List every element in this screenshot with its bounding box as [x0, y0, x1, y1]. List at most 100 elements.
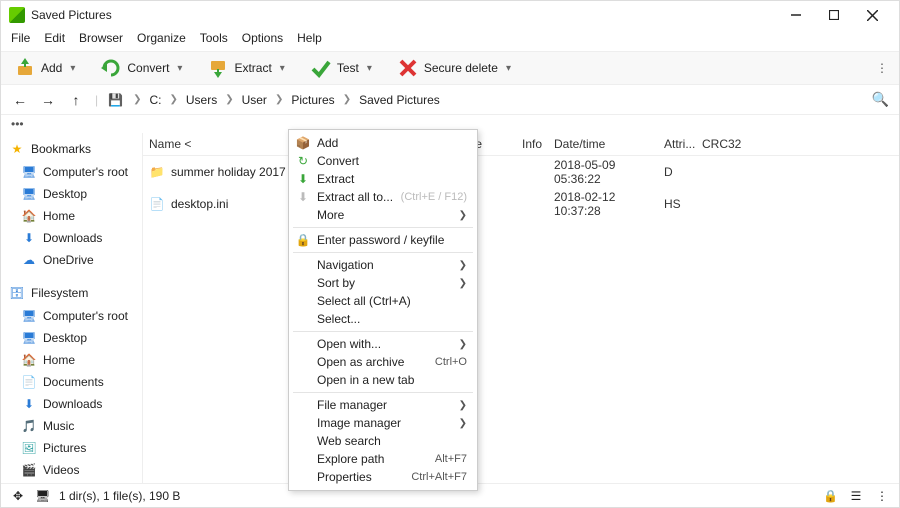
toolbar-secure-delete-button[interactable]: Secure delete ▾: [394, 55, 515, 81]
file-list: Name < Type Size Info Date/time Attri...…: [143, 133, 899, 483]
sidebar-item-videos[interactable]: 🎬Videos: [7, 459, 142, 481]
ctx-sep: [293, 392, 473, 393]
sidebar-item-downloads[interactable]: ⬇Downloads: [7, 393, 142, 415]
sidebar-item-music[interactable]: 🎵Music: [7, 415, 142, 437]
sidebar-item-onedrive[interactable]: ☁OneDrive: [7, 249, 142, 271]
col-info[interactable]: Info: [488, 137, 548, 151]
move-icon[interactable]: ✥: [11, 489, 25, 503]
toolbar-add-button[interactable]: Add ▾: [11, 55, 79, 81]
sidebar-item-label: Downloads: [43, 231, 102, 245]
breadcrumb-seg[interactable]: Saved Pictures: [357, 91, 442, 109]
ctx-label: Navigation: [317, 258, 374, 272]
view-list-icon[interactable]: ☰: [849, 489, 863, 503]
toolbar-test-button[interactable]: Test ▾: [307, 55, 376, 81]
sidebar-item-documents[interactable]: 📄Documents: [7, 371, 142, 393]
menu-help[interactable]: Help: [297, 31, 322, 45]
ctx-explore-path[interactable]: Explore pathAlt+F7: [289, 450, 477, 468]
cloud-icon: ☁: [21, 252, 37, 268]
ctx-open-with[interactable]: Open with...❯: [289, 335, 477, 353]
ctx-file-manager[interactable]: File manager❯: [289, 396, 477, 414]
sidebar-item-downloads[interactable]: ⬇Downloads: [7, 227, 142, 249]
ctx-properties[interactable]: PropertiesCtrl+Alt+F7: [289, 468, 477, 486]
breadcrumb-seg[interactable]: User: [240, 91, 269, 109]
ctx-shortcut: Alt+F7: [435, 453, 467, 465]
table-row[interactable]: 📄 desktop.ini 2018-02-12 10:37:28 HS: [143, 188, 899, 220]
sidebar-item-pictures[interactable]: 🖼 Pictures: [7, 437, 142, 459]
home-icon: 🏠: [21, 352, 37, 368]
sidebar-item-label: Pictures: [43, 441, 86, 455]
search-button[interactable]: 🔍: [872, 91, 889, 108]
ctx-sort-by[interactable]: Sort by❯: [289, 274, 477, 292]
toolbar-extract-button[interactable]: Extract ▾: [204, 55, 288, 81]
chevron-right-icon: ❯: [225, 94, 233, 105]
breadcrumb-seg[interactable]: Users: [184, 91, 219, 109]
breadcrumb-seg[interactable]: C:: [147, 91, 163, 109]
lock-icon[interactable]: 🔒: [823, 489, 837, 503]
sidebar-item-home[interactable]: 🏠Home: [7, 349, 142, 371]
test-icon: [311, 58, 331, 78]
menu-tools[interactable]: Tools: [200, 31, 228, 45]
ctx-convert[interactable]: ↻Convert: [289, 152, 477, 170]
table-row[interactable]: 📁 summer holiday 2017 2018-05-09 05:36:2…: [143, 156, 899, 188]
column-headers: Name < Type Size Info Date/time Attri...…: [143, 133, 899, 156]
menu-file[interactable]: File: [11, 31, 30, 45]
sidebar-item-desktop[interactable]: 🖥Desktop: [7, 183, 142, 205]
ctx-select-all[interactable]: Select all (Ctrl+A): [289, 292, 477, 310]
maximize-button[interactable]: [815, 1, 853, 29]
ctx-extract-all[interactable]: ⬇Extract all to...(Ctrl+E / F12): [289, 188, 477, 206]
ctx-label: More: [317, 208, 344, 222]
menu-options[interactable]: Options: [242, 31, 283, 45]
col-attr[interactable]: Attri...: [658, 137, 696, 151]
forward-button[interactable]: →: [39, 92, 57, 108]
col-date[interactable]: Date/time: [548, 137, 658, 151]
ctx-add[interactable]: 📦Add: [289, 134, 477, 152]
ctx-label: Enter password / keyfile: [317, 233, 444, 247]
sidebar-item-label: Documents: [43, 375, 104, 389]
ctx-label: Extract: [317, 172, 354, 186]
sidebar-item-home[interactable]: 🏠Home: [7, 205, 142, 227]
overflow-icon[interactable]: ⋮: [875, 489, 889, 503]
up-button[interactable]: ↑: [67, 92, 85, 108]
menu-edit[interactable]: Edit: [44, 31, 65, 45]
star-icon: ★: [9, 141, 25, 157]
sidebar-item-desktop[interactable]: 🖥Desktop: [7, 327, 142, 349]
sidebar-bookmarks-header[interactable]: ★ Bookmarks: [7, 137, 142, 161]
file-date: 2018-05-09 05:36:22: [548, 158, 658, 186]
ctx-open-new-tab[interactable]: Open in a new tab: [289, 371, 477, 389]
chevron-right-icon: ❯: [459, 339, 467, 350]
toolbar-secure-delete-label: Secure delete: [424, 61, 498, 75]
breadcrumb-seg[interactable]: Pictures: [289, 91, 336, 109]
ctx-label: Extract all to...: [317, 190, 393, 204]
toolbar-convert-button[interactable]: Convert ▾: [97, 55, 186, 81]
back-button[interactable]: ←: [11, 92, 29, 108]
add-icon: 📦: [295, 136, 311, 150]
ctx-enter-password[interactable]: 🔒Enter password / keyfile: [289, 231, 477, 249]
ctx-open-as-archive[interactable]: Open as archiveCtrl+O: [289, 353, 477, 371]
chevron-right-icon: ❯: [275, 94, 283, 105]
ctx-select[interactable]: Select...: [289, 310, 477, 328]
drive-icon[interactable]: 💾: [108, 93, 123, 107]
sidebar-bookmarks-label: Bookmarks: [31, 142, 91, 156]
menu-bar: File Edit Browser Organize Tools Options…: [1, 29, 899, 51]
ctx-more[interactable]: More❯: [289, 206, 477, 224]
sidebar-item-computers-root[interactable]: 🖥Computer's root: [7, 161, 142, 183]
sidebar-item-label: Computer's root: [43, 165, 128, 179]
sidebar-item-computers-root[interactable]: 🖥Computer's root: [7, 305, 142, 327]
toolbar: Add ▾ Convert ▾ Extract ▾ Test ▾ Secure …: [1, 51, 899, 85]
col-crc[interactable]: CRC32: [696, 137, 756, 151]
menu-browser[interactable]: Browser: [79, 31, 123, 45]
ctx-image-manager[interactable]: Image manager❯: [289, 414, 477, 432]
pictures-icon: 🖼: [21, 440, 37, 456]
file-name: desktop.ini: [171, 197, 228, 211]
chevron-right-icon: ❯: [459, 400, 467, 411]
close-button[interactable]: [853, 1, 891, 29]
ctx-extract[interactable]: ⬇Extract: [289, 170, 477, 188]
ctx-navigation[interactable]: Navigation❯: [289, 256, 477, 274]
ctx-web-search[interactable]: Web search: [289, 432, 477, 450]
toolbar-overflow-button[interactable]: ⋮: [876, 61, 889, 75]
computer-icon: 🖥: [21, 308, 37, 324]
sidebar-filesystem-header[interactable]: 🗄 Filesystem: [7, 281, 142, 305]
minimize-button[interactable]: [777, 1, 815, 29]
menu-organize[interactable]: Organize: [137, 31, 186, 45]
desktop-icon[interactable]: 🖥: [35, 489, 49, 503]
